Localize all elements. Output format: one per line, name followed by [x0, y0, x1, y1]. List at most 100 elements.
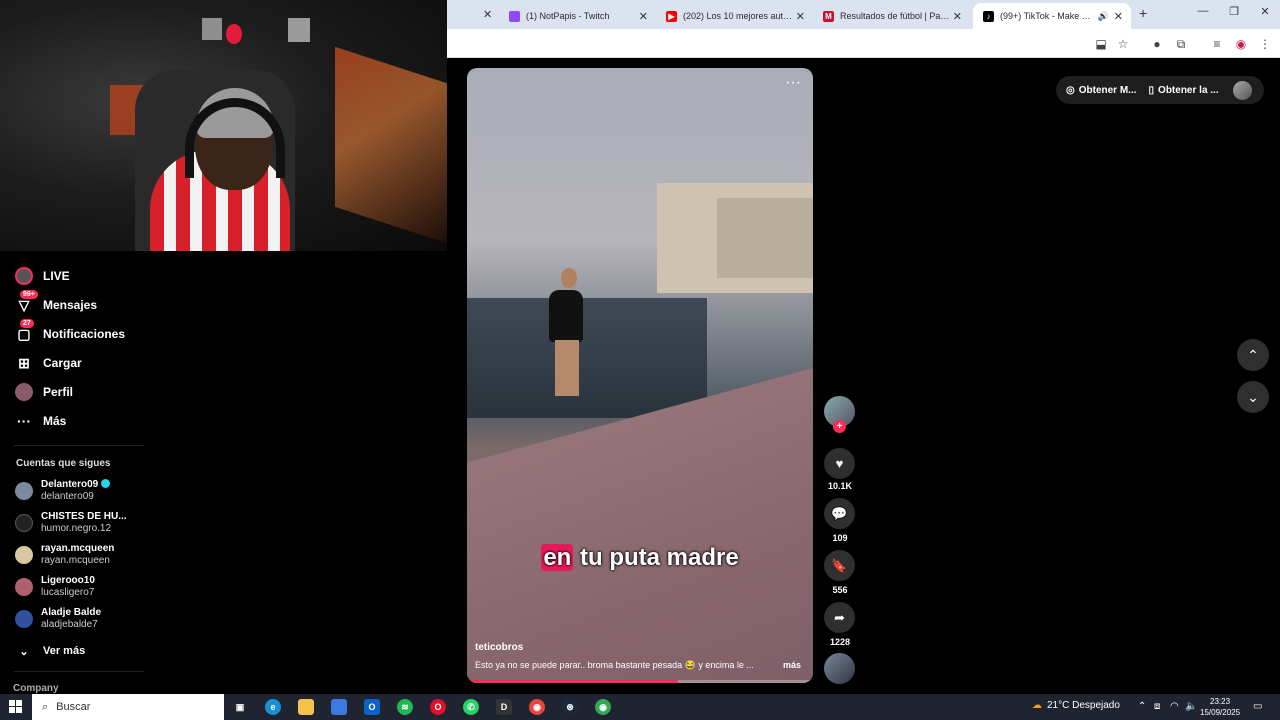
- like-button[interactable]: ♥: [824, 448, 855, 479]
- notifications-icon: ▢ 27: [14, 319, 34, 344]
- divider: [14, 671, 144, 672]
- taskbar-search[interactable]: ⌕ Buscar: [32, 694, 224, 720]
- steam-icon[interactable]: ⊛: [562, 699, 578, 715]
- chrome-icon[interactable]: ◉: [529, 699, 545, 715]
- following-item[interactable]: rayan.mcqueen rayan.mcqueen: [15, 543, 114, 567]
- following-item[interactable]: Aladje Balde aladjebalde7: [15, 607, 101, 631]
- profile-avatar-icon[interactable]: ◉: [1233, 36, 1249, 52]
- bookmark-star-icon[interactable]: ☆: [1115, 36, 1131, 52]
- see-more-button[interactable]: ⌄ Ver más: [14, 641, 85, 661]
- following-item[interactable]: CHISTES DE HU... humor.negro.12: [15, 511, 127, 535]
- app-icon[interactable]: D: [496, 699, 512, 715]
- new-tab-button[interactable]: +: [1139, 5, 1147, 21]
- whatsapp-icon[interactable]: ✆: [463, 699, 479, 715]
- search-icon: ⌕: [42, 700, 49, 713]
- share-button[interactable]: ➦: [824, 602, 855, 633]
- chevron-down-icon: ⌄: [19, 645, 29, 658]
- wifi-icon[interactable]: ◠: [1170, 701, 1179, 712]
- user-avatar[interactable]: [1233, 81, 1252, 100]
- windows-start-icon[interactable]: [9, 700, 23, 714]
- get-app-button[interactable]: ▯ Obtener la ...: [1149, 85, 1219, 96]
- close-window-button[interactable]: ✕: [1253, 5, 1277, 21]
- account-user: rayan.mcqueen: [41, 555, 110, 566]
- video-author[interactable]: teticobros: [475, 642, 523, 653]
- opera-icon[interactable]: O: [430, 699, 446, 715]
- led-light: [335, 46, 447, 244]
- comment-button[interactable]: 💬: [824, 498, 855, 529]
- following-item[interactable]: Delantero09 delantero09: [15, 479, 111, 503]
- subtitle-text: tu puta madre: [573, 544, 739, 571]
- following-item[interactable]: Ligerooo10 lucasligero7: [15, 575, 95, 599]
- outlook-icon[interactable]: O: [364, 699, 380, 715]
- avatar: [15, 610, 33, 628]
- nav-label: LIVE: [43, 269, 70, 283]
- extension-dot-icon[interactable]: ●: [1149, 36, 1165, 52]
- get-coins-button[interactable]: ◎ Obtener M...: [1066, 85, 1137, 96]
- nav-live[interactable]: LIVE: [14, 266, 70, 286]
- account-name: Aladje Balde: [41, 607, 102, 618]
- file-explorer-icon[interactable]: [298, 699, 314, 715]
- network-icon[interactable]: ⧈: [1154, 701, 1160, 712]
- company-link[interactable]: Company: [13, 683, 59, 694]
- following-title: Cuentas que sigues: [16, 458, 111, 469]
- chrome-icon[interactable]: ◉: [595, 699, 611, 715]
- follow-plus-icon[interactable]: +: [833, 420, 846, 433]
- store-icon[interactable]: [331, 699, 347, 715]
- nav-profile[interactable]: Perfil: [14, 382, 73, 402]
- video-progress-bar[interactable]: [467, 680, 813, 683]
- tab-close-button[interactable]: ✕: [639, 10, 648, 23]
- mask-decoration: [226, 24, 242, 44]
- nav-upload[interactable]: ⊞ Cargar: [14, 353, 82, 373]
- maximize-button[interactable]: ❐: [1222, 5, 1246, 21]
- save-button[interactable]: 🔖: [824, 550, 855, 581]
- nav-notifications[interactable]: ▢ 27 Notificaciones: [14, 319, 125, 344]
- weather-widget[interactable]: ☁ 21°C Despejado: [1032, 700, 1120, 711]
- avatar: [15, 546, 33, 564]
- chrome-menu-icon[interactable]: ⋮: [1257, 36, 1273, 52]
- nav-messages[interactable]: ▽ 99+ Mensajes: [14, 290, 97, 315]
- tab-close-button[interactable]: ✕: [796, 10, 805, 23]
- music-disc[interactable]: [824, 653, 855, 684]
- edge-icon[interactable]: e: [265, 699, 281, 715]
- video-scene-building: [717, 198, 813, 278]
- previous-video-button[interactable]: ⌃: [1237, 339, 1269, 371]
- minimize-button[interactable]: —: [1191, 5, 1215, 21]
- pill-label: Obtener la ...: [1158, 84, 1219, 96]
- windows-taskbar: ⌕ Buscar ▣ e O ≋ O ✆ D ◉ ⊛ ◉ ☁ 21°C Despej…: [0, 694, 1280, 720]
- share-count: 1228: [829, 637, 851, 647]
- video-player[interactable]: ··· en tu puta madre teticobros Esto ya …: [467, 68, 813, 683]
- install-app-icon[interactable]: ⬓: [1093, 36, 1109, 52]
- tab-close-button[interactable]: ✕: [483, 8, 492, 21]
- tab-title: (99+) TikTok - Make Your Da: [1000, 11, 1095, 21]
- messages-badge: 99+: [20, 290, 38, 299]
- tray-arrow-icon[interactable]: ⌃: [1138, 701, 1146, 712]
- tab-close-button[interactable]: ✕: [953, 10, 962, 23]
- taskbar-clock[interactable]: 23:23 15/09/2025: [1200, 696, 1240, 718]
- spotify-icon[interactable]: ≋: [397, 699, 413, 715]
- tab-football[interactable]: M Resultados de fútbol | Partidos ✕: [813, 3, 970, 29]
- task-view-icon[interactable]: ▣: [232, 699, 248, 715]
- video-subtitle: en tu puta madre: [467, 544, 813, 572]
- video-person: [549, 290, 583, 342]
- tiktok-sidebar: LIVE ▽ 99+ Mensajes ▢ 27 Notificaciones ⊞ …: [0, 251, 160, 694]
- extensions-icon[interactable]: ⧉: [1173, 36, 1189, 52]
- tab-twitch[interactable]: (1) NotPapis - Twitch ✕: [499, 3, 656, 29]
- chevron-up-icon: ⌃: [1247, 346, 1259, 363]
- account-name: rayan.mcqueen: [41, 543, 115, 554]
- next-video-button[interactable]: ⌄: [1237, 381, 1269, 413]
- video-options-icon[interactable]: ···: [785, 74, 801, 92]
- tab-close-button[interactable]: ✕: [1114, 10, 1123, 23]
- tab-youtube[interactable]: ▶ (202) Los 10 mejores autos de ✕: [656, 3, 813, 29]
- media-control-icon[interactable]: ≡: [1209, 36, 1225, 52]
- see-more-label: Ver más: [43, 645, 86, 657]
- notifications-badge: 27: [20, 319, 34, 328]
- nav-more[interactable]: ··· Más: [14, 411, 66, 431]
- upload-icon: ⊞: [18, 354, 30, 371]
- notification-center-icon[interactable]: ▭: [1253, 701, 1262, 712]
- volume-icon[interactable]: 🔈: [1185, 701, 1197, 712]
- clock-time: 23:23: [1210, 697, 1231, 706]
- profile-icon: [14, 382, 34, 402]
- caption-more-link[interactable]: más: [783, 660, 801, 670]
- tab-tiktok[interactable]: ♪ (99+) TikTok - Make Your Da 🔊 ✕: [973, 3, 1131, 29]
- speaker-icon[interactable]: 🔊: [1098, 11, 1109, 22]
